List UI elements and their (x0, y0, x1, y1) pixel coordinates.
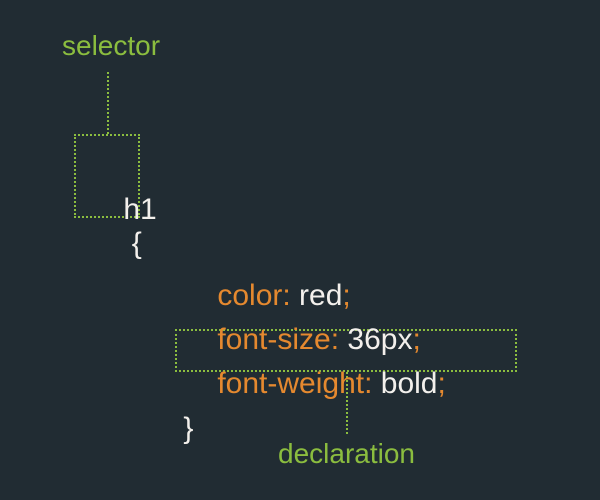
code-decl-3: font-weight: bold; (184, 333, 446, 435)
code-line-selector: h1 { (90, 159, 157, 295)
selector-connector (107, 72, 109, 134)
selector-token: h1 (123, 193, 156, 226)
declaration-label: declaration (278, 438, 415, 470)
close-brace: } (150, 378, 193, 480)
selector-label: selector (62, 30, 160, 62)
open-brace: { (132, 227, 142, 260)
css-anatomy-diagram: selector declaration h1 { color: red; fo… (0, 0, 600, 500)
